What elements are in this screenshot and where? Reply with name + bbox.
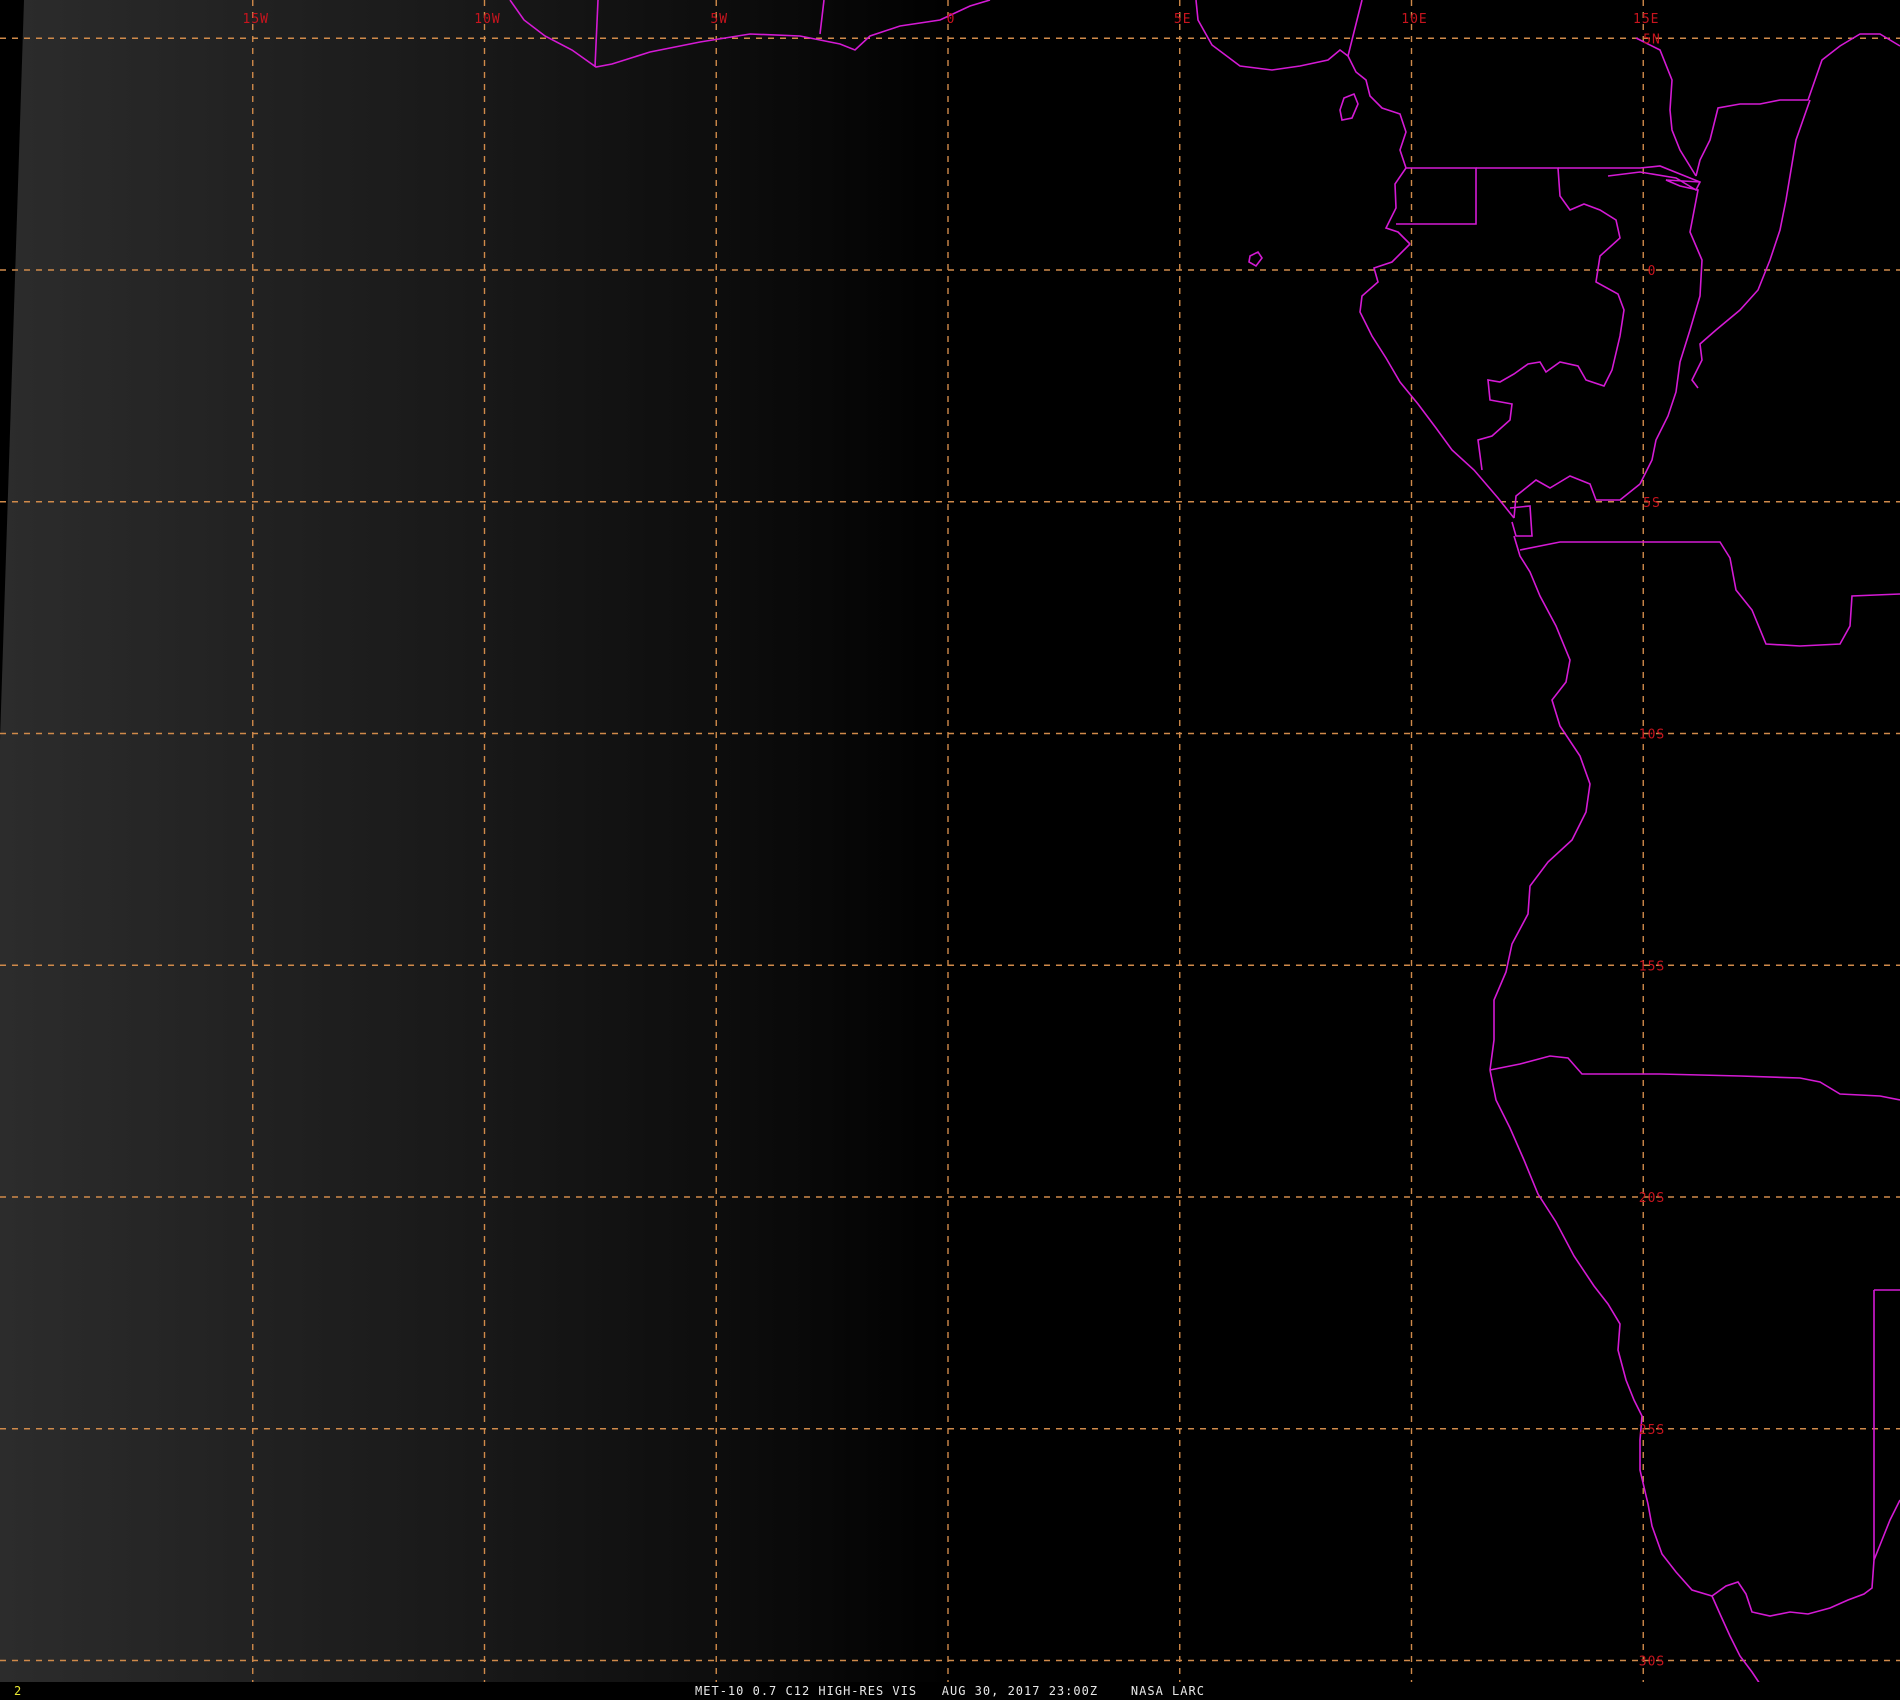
longitude-label: 10W <box>474 12 500 27</box>
congo-drc-border <box>1513 475 1641 519</box>
nigeria-coast <box>1195 0 1363 71</box>
congo-river-border <box>1639 179 1703 485</box>
image-caption: MET-10 0.7 C12 HIGH-RES VIS AUG 30, 2017… <box>695 1684 1205 1698</box>
angola-drc-border <box>1519 541 1900 647</box>
latitude-label: 5S <box>1643 496 1661 511</box>
latitude-label: 10S <box>1639 728 1665 743</box>
congo-border-north <box>1558 165 1702 192</box>
latitude-label: 15S <box>1639 959 1665 974</box>
gabon-border <box>1476 167 1625 471</box>
longitude-label: 10E <box>1401 12 1427 27</box>
orange-river-border <box>1711 1595 1761 1685</box>
longitude-label: 15W <box>243 12 269 27</box>
latitude-label: 5N <box>1643 32 1661 47</box>
cabinda-border <box>1509 505 1533 537</box>
sao-tome-island <box>1248 250 1263 268</box>
bioko-island <box>1339 92 1359 121</box>
drc-north-border <box>1695 33 1900 177</box>
satellite-map: 15W 10W 5W 0 5E 10E 15E 5N 0 5S 10S 15S 20S 25S 30S <box>0 0 1900 1685</box>
terminator-shading <box>0 0 960 1682</box>
namibia-botswana-border <box>1873 1289 1900 1560</box>
latitude-label: 0 <box>1648 264 1657 279</box>
satellite-map-frame: 15W 10W 5W 0 5E 10E 15E 5N 0 5S 10S 15S 20S 25S 30S 2… <box>0 0 1900 1700</box>
latitude-label: 30S <box>1639 1655 1665 1670</box>
rio-muni-border <box>1396 167 1477 225</box>
car-border <box>1635 37 1697 177</box>
longitude-label: 0 <box>947 12 956 27</box>
longitude-label: 5W <box>710 12 728 27</box>
angola-coast <box>1489 535 1591 1071</box>
namibia-coast <box>1489 1069 1900 1617</box>
angola-namibia-border <box>1489 1055 1900 1101</box>
latitude-label: 25S <box>1639 1423 1665 1438</box>
longitude-label: 15E <box>1633 12 1659 27</box>
cameroon-coast <box>1347 55 1411 245</box>
longitude-label: 5E <box>1174 12 1192 27</box>
drc-east-border <box>1691 99 1811 389</box>
latitude-label: 20S <box>1639 1191 1665 1206</box>
